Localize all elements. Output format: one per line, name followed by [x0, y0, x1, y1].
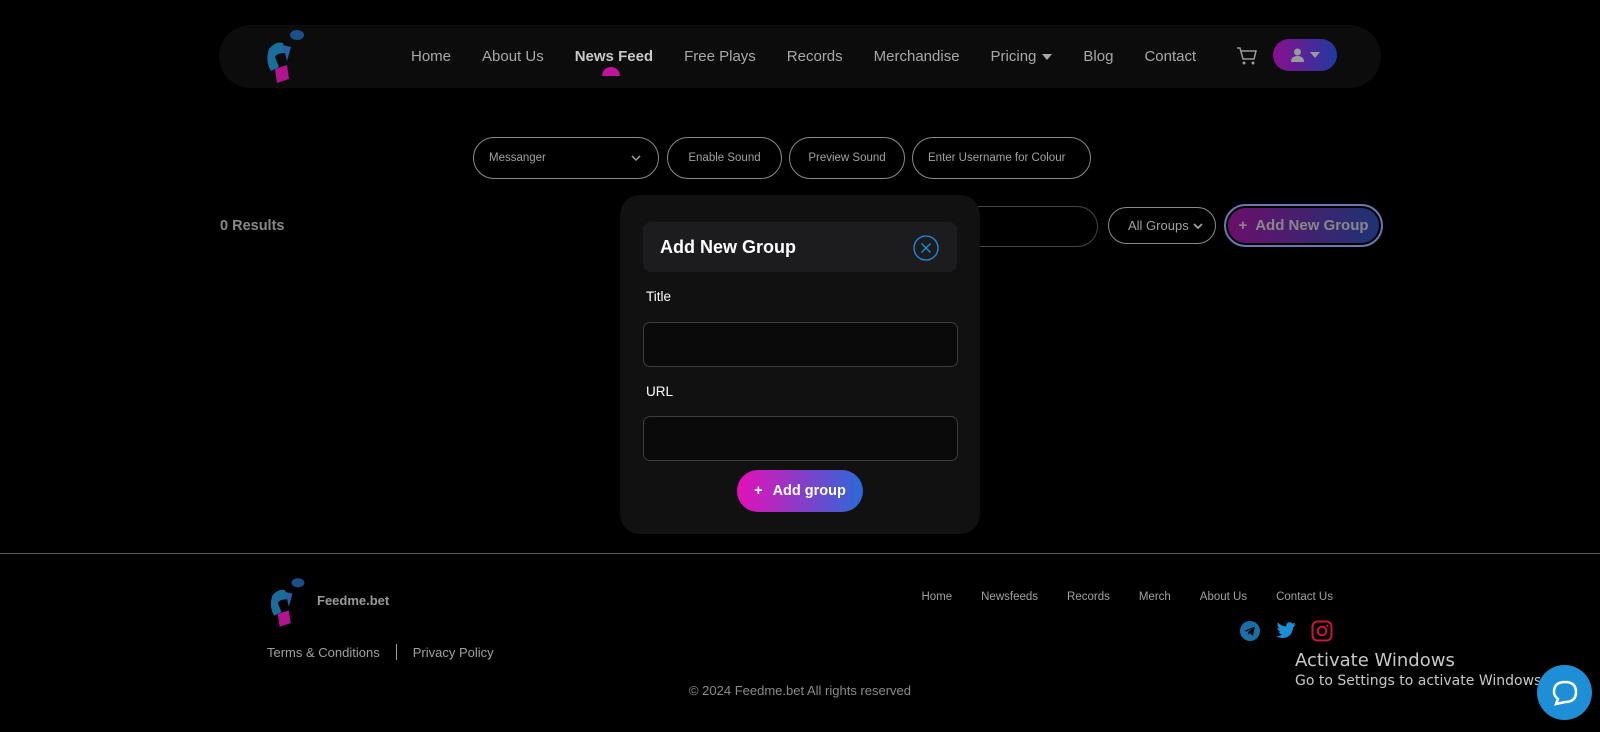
title-field[interactable] [643, 322, 958, 367]
username-colour-input[interactable]: Enter Username for Colour [912, 137, 1091, 179]
nav-news-feed-label: News Feed [574, 48, 654, 65]
caret-down-icon [1309, 52, 1320, 58]
terms-link[interactable]: Terms & Conditions [267, 645, 380, 660]
chat-bubble-icon [1552, 680, 1577, 706]
add-group-button[interactable]: + Add group [737, 470, 863, 512]
user-icon [1290, 48, 1304, 62]
footer-link-merch[interactable]: Merch [1139, 591, 1171, 603]
add-new-group-button[interactable]: + Add New Group [1224, 204, 1383, 247]
add-new-group-button-inner: + Add New Group [1228, 208, 1379, 243]
nav-records[interactable]: Records [787, 48, 843, 65]
footer-divider [0, 553, 1600, 554]
footer-link-records[interactable]: Records [1067, 591, 1110, 603]
groups-filter-value: All Groups [1128, 218, 1189, 233]
windows-watermark-title: Activate Windows [1295, 650, 1455, 671]
url-field[interactable] [643, 416, 958, 461]
instagram-icon[interactable] [1310, 619, 1334, 643]
telegram-icon[interactable] [1238, 619, 1262, 643]
nav-home[interactable]: Home [411, 48, 451, 65]
cart-icon[interactable] [1236, 46, 1258, 66]
nav-pricing[interactable]: Pricing [991, 48, 1053, 65]
nav-free-plays[interactable]: Free Plays [684, 48, 756, 65]
username-colour-placeholder: Enter Username for Colour [928, 152, 1066, 164]
groups-filter-select[interactable]: All Groups [1108, 207, 1216, 244]
plus-icon: + [754, 483, 763, 499]
results-count: 0 Results [220, 218, 285, 234]
top-navbar: Home About Us News Feed Free Plays Recor… [219, 25, 1381, 88]
modal-title: Add New Group [660, 237, 796, 257]
messenger-select[interactable]: Messanger [473, 137, 659, 179]
nav-blog[interactable]: Blog [1083, 48, 1113, 65]
twitter-icon[interactable] [1274, 619, 1298, 643]
active-indicator [601, 67, 620, 76]
feedme-logo-icon[interactable] [261, 27, 309, 85]
caret-down-icon [1042, 53, 1053, 60]
url-field-label: URL [646, 384, 674, 399]
footer-link-contact-us[interactable]: Contact Us [1276, 591, 1333, 603]
nav-pricing-label: Pricing [990, 48, 1037, 65]
enable-sound-button[interactable]: Enable Sound [667, 137, 782, 179]
live-chat-button[interactable] [1537, 665, 1592, 720]
nav-news-feed[interactable]: News Feed [574, 48, 654, 76]
messenger-select-value: Messanger [489, 152, 546, 164]
legal-separator [395, 644, 397, 660]
social-links [1238, 619, 1334, 643]
close-icon[interactable] [913, 235, 939, 261]
chevron-down-icon [631, 155, 641, 162]
main-nav: Home About Us News Feed Free Plays Recor… [411, 25, 1227, 88]
nav-merchandise[interactable]: Merchandise [874, 48, 960, 65]
nav-contact[interactable]: Contact [1144, 48, 1196, 65]
windows-watermark-subtitle: Go to Settings to activate Windows. [1295, 673, 1546, 689]
chevron-down-icon [1193, 223, 1203, 230]
plus-icon: + [1238, 217, 1248, 234]
footer-legal-links: Terms & Conditions Privacy Policy [267, 644, 494, 660]
footer-link-about-us[interactable]: About Us [1200, 591, 1247, 603]
add-group-label: Add group [772, 483, 846, 499]
privacy-link[interactable]: Privacy Policy [413, 645, 494, 660]
add-group-modal: Add New Group Title URL + Add group [620, 195, 980, 534]
user-menu-button[interactable] [1273, 39, 1337, 71]
windows-activation-watermark: Activate Windows Go to Settings to activ… [1295, 650, 1546, 689]
title-field-label: Title [646, 289, 672, 304]
footer-link-newsfeeds[interactable]: Newsfeeds [981, 591, 1038, 603]
feedme-logo-icon[interactable] [265, 574, 309, 630]
nav-about-us[interactable]: About Us [482, 48, 544, 65]
footer-brand: Feedme.bet [317, 593, 390, 608]
add-new-group-label: Add New Group [1255, 217, 1369, 234]
footer-nav: Home Newsfeeds Records Merch About Us Co… [921, 591, 1333, 603]
modal-header: Add New Group [643, 222, 957, 272]
footer-link-home[interactable]: Home [921, 591, 952, 603]
preview-sound-button[interactable]: Preview Sound [789, 137, 905, 179]
